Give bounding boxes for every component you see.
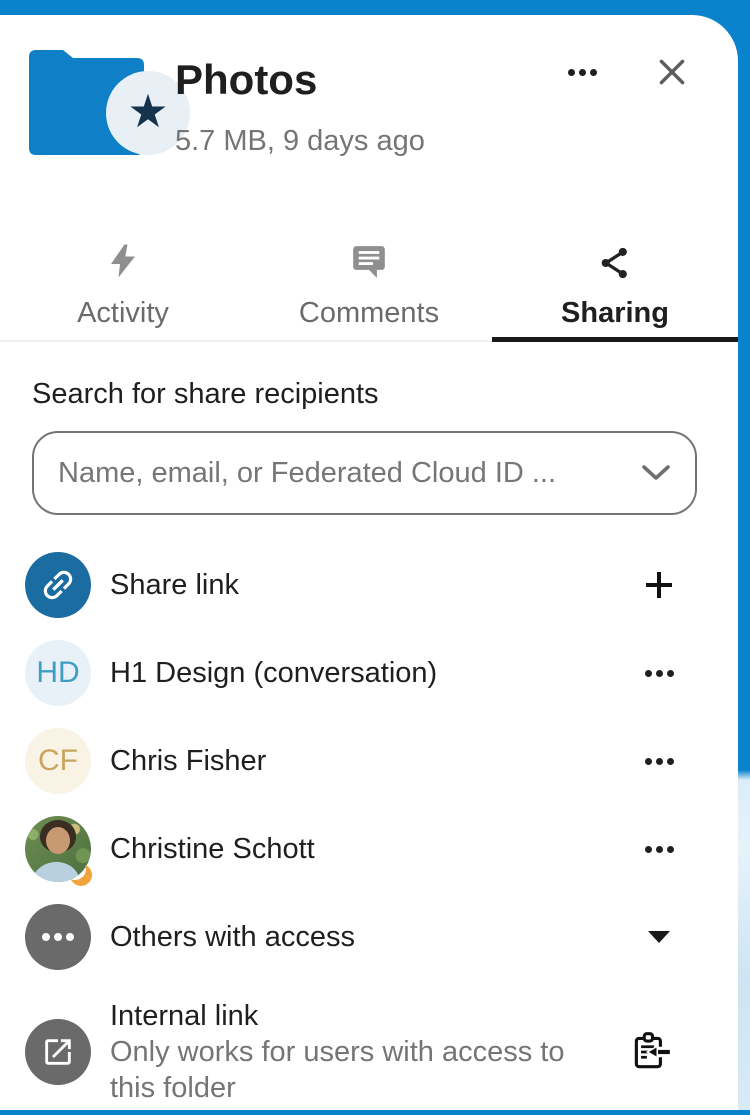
sidebar-header: ★ Photos 5.7 MB, 9 days ago xyxy=(0,15,738,225)
file-meta: 5.7 MB, 9 days ago xyxy=(175,125,425,158)
share-link-icon xyxy=(25,552,91,618)
caret-down-icon xyxy=(648,931,670,943)
share-row-label: Chris Fisher xyxy=(110,745,644,778)
away-status-moon-icon xyxy=(68,862,94,888)
share-row-user[interactable]: Christine Schott xyxy=(0,805,738,893)
lightning-icon xyxy=(105,233,141,281)
search-recipients-label: Search for share recipients xyxy=(32,378,697,411)
chevron-down-icon[interactable] xyxy=(641,464,671,482)
tab-comments[interactable]: Comments xyxy=(246,225,492,340)
actions-menu-button[interactable] xyxy=(560,50,604,94)
expand-others-button[interactable] xyxy=(644,931,674,943)
copy-internal-link-button[interactable] xyxy=(628,1029,674,1075)
tab-sharing[interactable]: Sharing xyxy=(492,225,738,340)
share-options-button[interactable] xyxy=(644,846,674,853)
share-row-label: H1 Design (conversation) xyxy=(110,657,644,690)
internal-link-row[interactable]: Internal link Only works for users with … xyxy=(0,989,738,1115)
others-with-access-row[interactable]: Others with access xyxy=(0,893,738,981)
share-row-label: Share link xyxy=(110,569,644,602)
share-row-label: Others with access xyxy=(110,921,644,954)
others-icon xyxy=(25,904,91,970)
avatar-initials: HD xyxy=(25,640,91,706)
close-icon xyxy=(655,55,689,89)
file-details-sidebar: ★ Photos 5.7 MB, 9 days ago Activity xyxy=(0,15,738,1110)
close-button[interactable] xyxy=(650,50,694,94)
add-share-link-button[interactable] xyxy=(644,570,674,600)
star-icon: ★ xyxy=(127,88,168,134)
comment-icon xyxy=(350,233,388,281)
share-options-button[interactable] xyxy=(644,670,674,677)
folder-thumbnail: ★ xyxy=(23,50,173,156)
ellipsis-icon xyxy=(645,846,674,853)
clipboard-copy-icon xyxy=(628,1029,674,1075)
share-options-button[interactable] xyxy=(644,758,674,765)
share-row-link[interactable]: Share link xyxy=(0,541,738,629)
share-row-user[interactable]: CF Chris Fisher xyxy=(0,717,738,805)
tab-activity[interactable]: Activity xyxy=(0,225,246,340)
plus-icon xyxy=(644,570,674,600)
sidebar-tabs: Activity Comments Sharing xyxy=(0,225,738,342)
share-search-input[interactable] xyxy=(56,456,641,491)
ellipsis-icon xyxy=(645,670,674,677)
internal-link-subtitle: Only works for users with access to this… xyxy=(110,1034,610,1106)
share-row-group[interactable]: HD H1 Design (conversation) xyxy=(0,629,738,717)
avatar-photo xyxy=(25,816,91,882)
ellipsis-icon xyxy=(568,69,597,76)
external-link-icon xyxy=(25,1019,91,1085)
file-title: Photos xyxy=(175,57,425,103)
avatar-initials: CF xyxy=(25,728,91,794)
share-list: Share link HD H1 Design (conversation) C… xyxy=(0,541,738,1115)
ellipsis-icon xyxy=(42,933,74,941)
share-icon xyxy=(597,233,633,281)
ellipsis-icon xyxy=(645,758,674,765)
internal-link-title: Internal link xyxy=(110,998,628,1034)
share-search-box xyxy=(32,431,697,515)
share-row-label: Christine Schott xyxy=(110,833,644,866)
